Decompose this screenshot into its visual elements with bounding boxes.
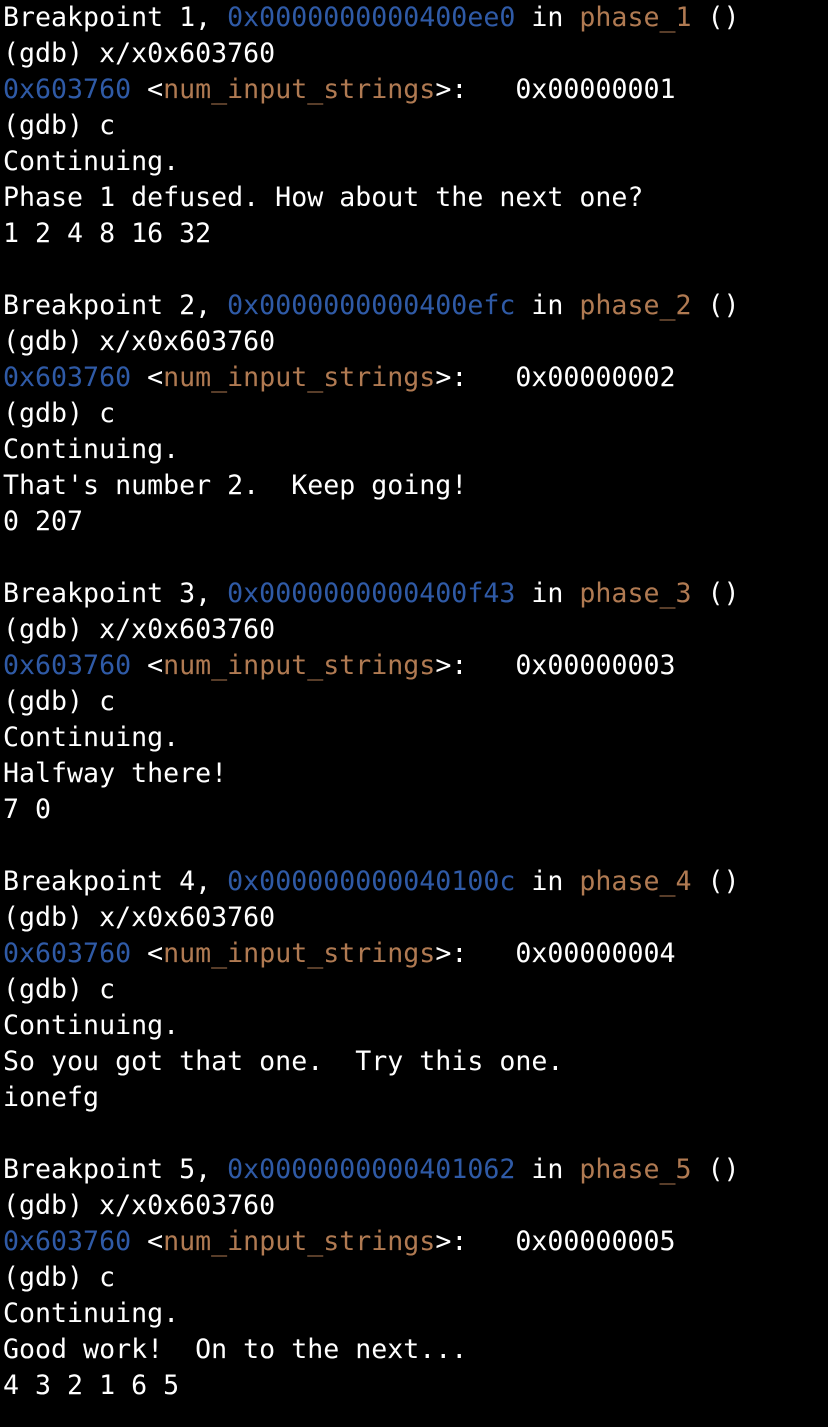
memory-address: 0x603760 — [3, 362, 132, 393]
memory-line: 0x603760 <num_input_strings>: 0x00000003 — [3, 648, 828, 684]
symbol-close: >: — [435, 362, 468, 393]
function-parens: () — [691, 866, 740, 897]
breakpoint-address: 0x000000000040100c — [227, 866, 516, 897]
function-parens: () — [691, 578, 740, 609]
function-name: phase_5 — [579, 1154, 692, 1185]
examine-command: (gdb) x/x0x603760 — [3, 38, 276, 69]
in-keyword: in — [515, 1154, 580, 1185]
symbol-name: num_input_strings — [163, 74, 436, 105]
symbol-close: >: — [435, 938, 468, 969]
symbol-name: num_input_strings — [163, 1226, 436, 1257]
memory-value: 0x00000004 — [467, 938, 676, 969]
examine-command: (gdb) x/x0x603760 — [3, 614, 276, 645]
memory-address: 0x603760 — [3, 1226, 132, 1257]
symbol-open: < — [131, 74, 164, 105]
phase-message: Good work! On to the next... — [3, 1334, 468, 1365]
memory-line: 0x603760 <num_input_strings>: 0x00000004 — [3, 936, 828, 972]
phase-answer: 7 0 — [3, 794, 52, 825]
breakpoint-label: Breakpoint 2, — [3, 290, 228, 321]
symbol-name: num_input_strings — [163, 362, 436, 393]
memory-value: 0x00000003 — [467, 650, 676, 681]
memory-line: 0x603760 <num_input_strings>: 0x00000005 — [3, 1224, 828, 1260]
memory-value: 0x00000002 — [467, 362, 676, 393]
symbol-open: < — [131, 650, 164, 681]
continue-command: (gdb) c — [3, 974, 116, 1005]
phase-answer: 4 3 2 1 6 5 — [3, 1370, 180, 1401]
breakpoint-address: 0x0000000000400ee0 — [227, 2, 516, 33]
phase-message: Phase 1 defused. How about the next one? — [3, 182, 644, 213]
memory-address: 0x603760 — [3, 650, 132, 681]
symbol-name: num_input_strings — [163, 650, 436, 681]
phase-answer: 0 207 — [3, 506, 84, 537]
examine-command: (gdb) x/x0x603760 — [3, 1190, 276, 1221]
function-name: phase_4 — [579, 866, 692, 897]
breakpoint-address: 0x0000000000401062 — [227, 1154, 516, 1185]
symbol-close: >: — [435, 650, 468, 681]
function-name: phase_2 — [579, 290, 692, 321]
phase-message: Halfway there! — [3, 758, 228, 789]
symbol-close: >: — [435, 1226, 468, 1257]
continue-command: (gdb) c — [3, 110, 116, 141]
memory-address: 0x603760 — [3, 938, 132, 969]
breakpoint-label: Breakpoint 5, — [3, 1154, 228, 1185]
examine-command: (gdb) x/x0x603760 — [3, 902, 276, 933]
phase-message: So you got that one. Try this one. — [3, 1046, 564, 1077]
symbol-open: < — [131, 1226, 164, 1257]
continue-command: (gdb) c — [3, 1262, 116, 1293]
memory-value: 0x00000005 — [467, 1226, 676, 1257]
breakpoint-label: Breakpoint 3, — [3, 578, 228, 609]
function-parens: () — [691, 290, 740, 321]
phase-message: That's number 2. Keep going! — [3, 470, 468, 501]
continuing-text: Continuing. — [3, 146, 180, 177]
in-keyword: in — [515, 2, 580, 33]
function-parens: () — [691, 2, 740, 33]
function-name: phase_3 — [579, 578, 692, 609]
symbol-close: >: — [435, 74, 468, 105]
breakpoint-address: 0x0000000000400f43 — [227, 578, 516, 609]
continuing-text: Continuing. — [3, 1298, 180, 1329]
memory-value: 0x00000001 — [467, 74, 676, 105]
phase-answer: ionefg — [3, 1082, 100, 1113]
breakpoint-line: Breakpoint 5, 0x0000000000401062 in phas… — [3, 1152, 828, 1188]
gdb-terminal-output: Breakpoint 1, 0x0000000000400ee0 in phas… — [3, 0, 828, 1427]
memory-line: 0x603760 <num_input_strings>: 0x00000001 — [3, 72, 828, 108]
breakpoint-line: Breakpoint 4, 0x000000000040100c in phas… — [3, 864, 828, 900]
symbol-name: num_input_strings — [163, 938, 436, 969]
breakpoint-label: Breakpoint 4, — [3, 866, 228, 897]
continuing-text: Continuing. — [3, 1010, 180, 1041]
symbol-open: < — [131, 362, 164, 393]
memory-line: 0x603760 <num_input_strings>: 0x00000002 — [3, 360, 828, 396]
in-keyword: in — [515, 290, 580, 321]
phase-answer: 1 2 4 8 16 32 — [3, 218, 212, 249]
breakpoint-address: 0x0000000000400efc — [227, 290, 516, 321]
in-keyword: in — [515, 578, 580, 609]
function-name: phase_1 — [579, 2, 692, 33]
breakpoint-label: Breakpoint 1, — [3, 2, 228, 33]
memory-address: 0x603760 — [3, 74, 132, 105]
breakpoint-line: Breakpoint 3, 0x0000000000400f43 in phas… — [3, 576, 828, 612]
function-parens: () — [691, 1154, 740, 1185]
symbol-open: < — [131, 938, 164, 969]
breakpoint-line: Breakpoint 2, 0x0000000000400efc in phas… — [3, 288, 828, 324]
continuing-text: Continuing. — [3, 722, 180, 753]
continue-command: (gdb) c — [3, 398, 116, 429]
continue-command: (gdb) c — [3, 686, 116, 717]
breakpoint-line: Breakpoint 1, 0x0000000000400ee0 in phas… — [3, 0, 828, 36]
continuing-text: Continuing. — [3, 434, 180, 465]
in-keyword: in — [515, 866, 580, 897]
examine-command: (gdb) x/x0x603760 — [3, 326, 276, 357]
